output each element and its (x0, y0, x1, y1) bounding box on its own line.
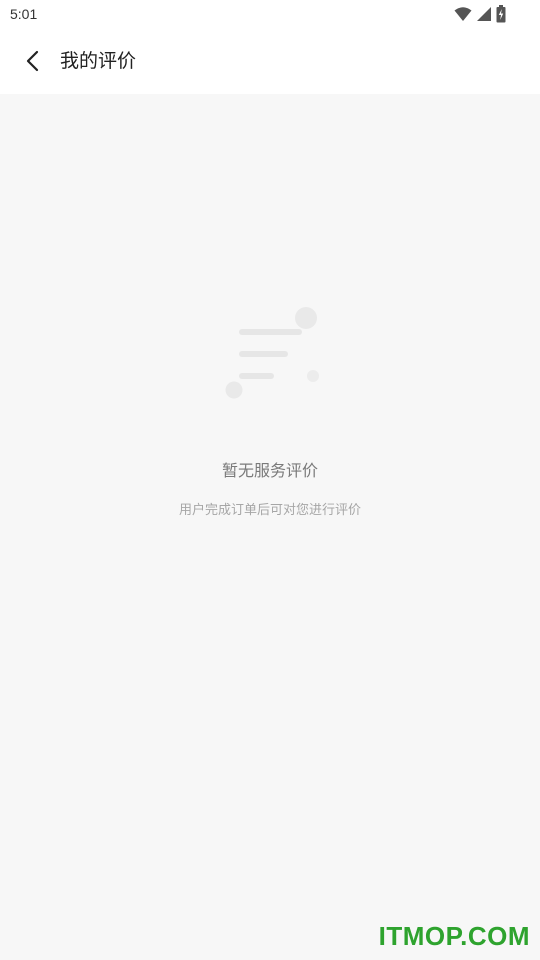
battery-charging-icon (496, 5, 506, 27)
empty-state-title: 暂无服务评价 (221, 461, 318, 480)
chevron-left-icon (25, 50, 41, 76)
empty-state-subtitle: 用户完成订单后可对您进行评价 (178, 503, 361, 518)
status-time: 5:01 (10, 6, 38, 22)
wifi-icon (454, 6, 472, 26)
empty-content-area: 暂无服务评价 用户完成订单后可对您进行评价 (0, 94, 540, 960)
signal-icon (476, 6, 492, 26)
app-bar: 我的评价 (0, 30, 540, 94)
status-bar: 5:01 (0, 0, 540, 30)
empty-list-illustration (220, 304, 324, 400)
status-icons (454, 5, 506, 27)
back-button[interactable] (18, 48, 48, 78)
page-title: 我的评价 (60, 50, 137, 72)
watermark-logo: ITMOP.COM (378, 921, 530, 951)
